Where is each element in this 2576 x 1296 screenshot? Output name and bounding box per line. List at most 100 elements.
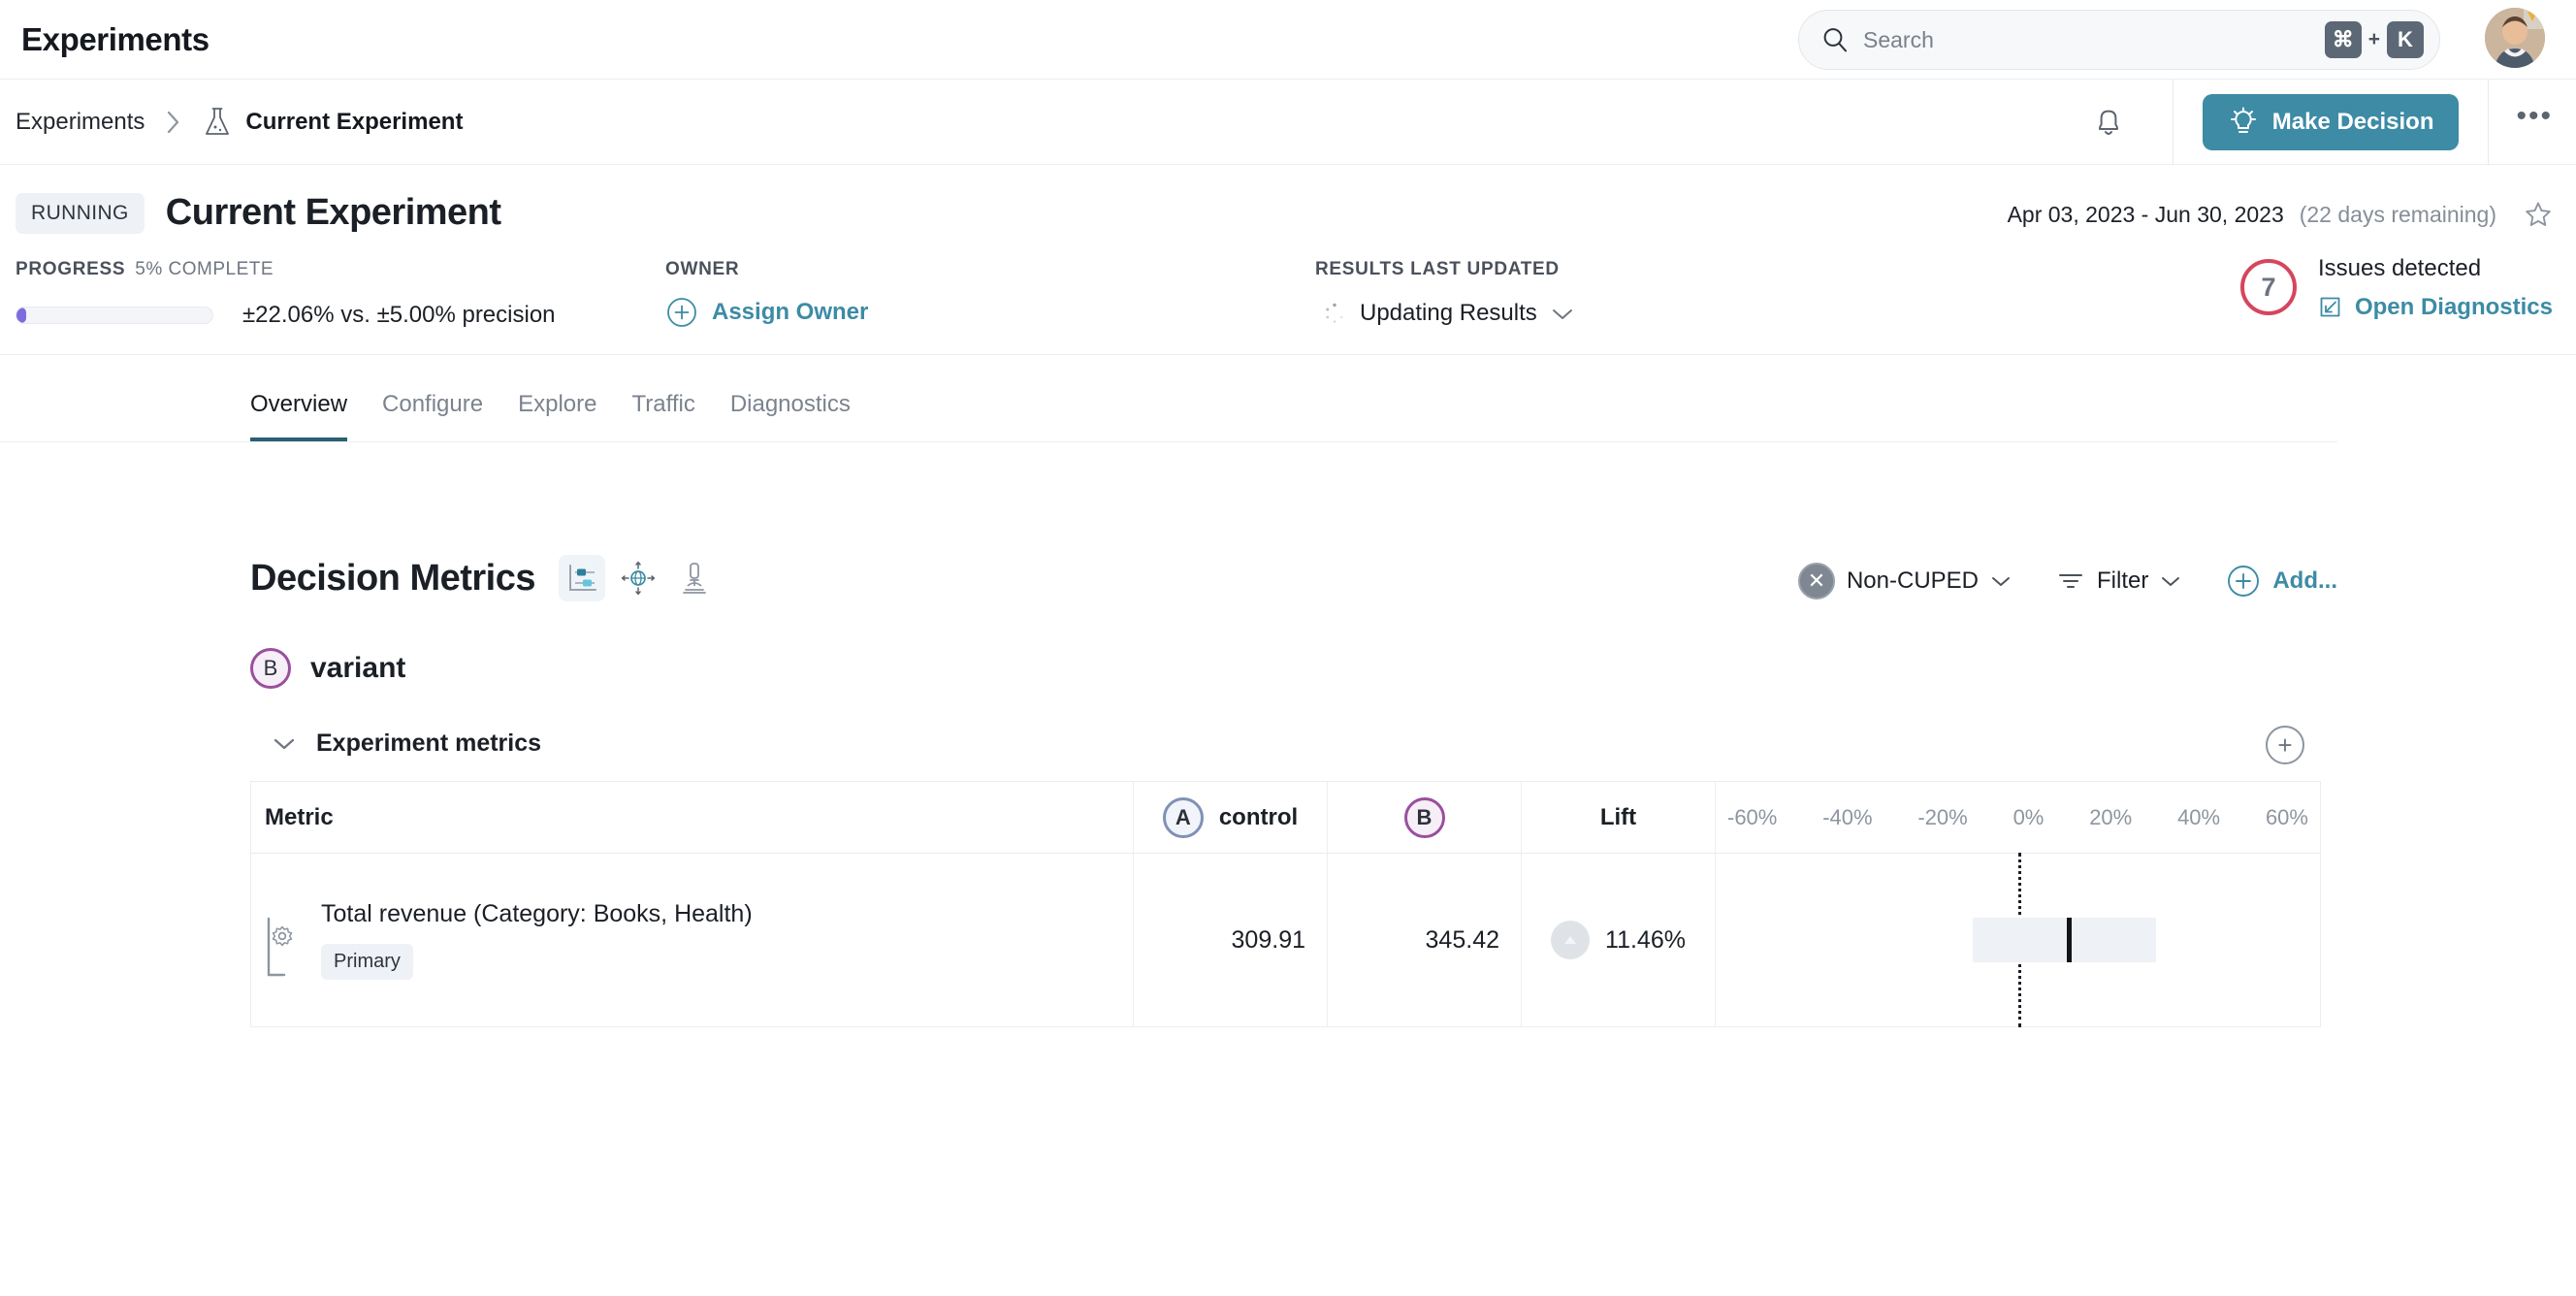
issues-count-badge: 7 <box>2240 259 2297 315</box>
collapse-chevron-icon[interactable] <box>272 736 297 752</box>
table-header-row: Metric A control B Lift -60% -40 <box>251 782 2321 854</box>
decision-metrics-panel: Decision Metrics <box>0 442 2576 1027</box>
owner-label: OWNER <box>665 259 1315 280</box>
issues-block: 7 Issues detected Open Diagnostics <box>2240 255 2553 321</box>
chevron-down-icon <box>1990 575 2010 587</box>
breadcrumb-bar: Experiments Current Experiment <box>0 80 2576 165</box>
view-mode-icons <box>559 555 718 601</box>
results-label: RESULTS LAST UPDATED <box>1315 259 1965 280</box>
add-section-metric-button[interactable]: + <box>2266 726 2304 764</box>
col-header-chart-axis: -60% -40% -20% 0% 20% 40% 60% <box>1716 782 2321 854</box>
control-label: control <box>1219 804 1298 831</box>
lift-value: 11.46% <box>1605 926 1686 955</box>
kbd-plus: + <box>2368 28 2380 51</box>
top-bar: Experiments ⌘ + K <box>0 0 2576 80</box>
ci-chart-cell <box>1716 854 2321 1027</box>
progress-bar <box>16 307 213 324</box>
chevron-down-icon <box>2160 575 2179 587</box>
experiment-hero: RUNNING Current Experiment Apr 03, 2023 … <box>0 165 2576 234</box>
variant-badge: B <box>250 648 291 689</box>
progress-bar-fill <box>16 308 26 323</box>
axis-tick: -20% <box>1917 805 1967 830</box>
assign-owner-button[interactable]: Assign Owner <box>665 296 1315 329</box>
axis-ticks: -60% -40% -20% 0% 20% 40% 60% <box>1716 805 2320 830</box>
experiment-metrics-section: Experiment metrics + <box>250 729 2322 758</box>
open-diagnostics-link[interactable]: Open Diagnostics <box>2318 294 2553 321</box>
kbd-k: K <box>2387 21 2424 58</box>
tab-configure[interactable]: Configure <box>382 391 483 441</box>
tab-traffic[interactable]: Traffic <box>631 391 694 441</box>
chevron-down-icon <box>1551 308 1570 319</box>
tab-overview[interactable]: Overview <box>250 391 347 441</box>
breadcrumb-current: Current Experiment <box>245 109 463 136</box>
open-external-icon <box>2318 295 2343 320</box>
days-remaining: (22 days remaining) <box>2300 202 2496 228</box>
precision-text: ±22.06% vs. ±5.00% precision <box>242 302 556 329</box>
box-plot-icon[interactable] <box>559 555 605 601</box>
app-title: Experiments <box>21 21 209 58</box>
metric-settings-icon[interactable] <box>265 901 307 979</box>
control-badge: A <box>1163 797 1204 838</box>
variant-header: B variant <box>250 648 2576 689</box>
chevron-right-icon <box>166 110 181 135</box>
metric-name: Total revenue (Category: Books, Health) <box>321 900 753 928</box>
divider <box>2173 80 2174 165</box>
axis-tick: 40% <box>2177 805 2220 830</box>
progress-label: PROGRESS 5% COMPLETE <box>16 259 665 280</box>
lift-up-arrow-icon <box>1551 921 1590 959</box>
cuped-off-icon: ✕ <box>1798 563 1835 599</box>
col-header-variant: B <box>1328 782 1522 854</box>
progress-label-text: PROGRESS <box>16 259 125 279</box>
search-input[interactable] <box>1863 27 2325 53</box>
assign-owner-label: Assign Owner <box>712 299 868 326</box>
tab-bar: Overview Configure Explore Traffic Diagn… <box>0 355 2337 442</box>
explore-globe-icon[interactable] <box>615 555 661 601</box>
col-header-metric: Metric <box>251 782 1134 854</box>
status-badge: RUNNING <box>16 193 145 234</box>
filter-dropdown[interactable]: Filter <box>2056 567 2179 595</box>
variant-badge: B <box>1404 797 1445 838</box>
axis-tick: 20% <box>2089 805 2132 830</box>
breadcrumb-root[interactable]: Experiments <box>16 109 145 136</box>
add-metric-button[interactable]: Add... <box>2226 564 2337 599</box>
ci-chart <box>1716 854 2320 1026</box>
variant-value: 345.42 <box>1328 854 1522 1027</box>
metric-cell: Total revenue (Category: Books, Health) … <box>251 854 1134 1027</box>
results-status-dropdown[interactable]: Updating Results <box>1315 300 1965 327</box>
confidence-interval-bar <box>1973 918 2156 962</box>
plus-circle-icon <box>665 296 698 329</box>
tab-diagnostics[interactable]: Diagnostics <box>730 391 851 441</box>
experiment-dates: Apr 03, 2023 - Jun 30, 2023 (22 days rem… <box>2008 200 2553 229</box>
axis-tick: -40% <box>1822 805 1872 830</box>
search-icon <box>1820 25 1850 54</box>
more-options-icon[interactable]: ••• <box>2516 100 2553 145</box>
tab-explore[interactable]: Explore <box>518 391 596 441</box>
microscope-icon[interactable] <box>671 555 718 601</box>
axis-tick: 60% <box>2266 805 2308 830</box>
progress-block: PROGRESS 5% COMPLETE ±22.06% vs. ±5.00% p… <box>16 259 665 329</box>
date-range: Apr 03, 2023 - Jun 30, 2023 <box>2008 202 2284 228</box>
make-decision-button[interactable]: Make Decision <box>2203 94 2460 150</box>
filter-label: Filter <box>2097 567 2148 595</box>
divider-2 <box>2488 80 2489 165</box>
table-row[interactable]: Total revenue (Category: Books, Health) … <box>251 854 2321 1027</box>
loading-spinner-icon <box>1323 302 1346 325</box>
notifications-bell-icon[interactable] <box>2081 95 2136 149</box>
col-header-control: A control <box>1134 782 1328 854</box>
decision-metrics-toolbar: ✕ Non-CUPED Filter <box>1798 563 2337 599</box>
control-value: 309.91 <box>1134 854 1328 1027</box>
variant-name: variant <box>310 652 405 685</box>
breadcrumb-actions: Make Decision ••• <box>2081 80 2553 164</box>
flask-icon <box>203 106 232 139</box>
section-title: Experiment metrics <box>316 729 541 758</box>
decision-metrics-title: Decision Metrics <box>250 558 535 599</box>
metrics-table: Metric A control B Lift -60% -40 <box>250 781 2321 1027</box>
open-diagnostics-label: Open Diagnostics <box>2355 294 2553 321</box>
avatar[interactable] <box>2485 8 2545 68</box>
cuped-dropdown[interactable]: ✕ Non-CUPED <box>1798 563 2010 599</box>
favorite-star-icon[interactable] <box>2524 200 2553 229</box>
results-status: Updating Results <box>1360 300 1537 327</box>
plus-circle-icon <box>2226 564 2261 599</box>
progress-percent-text: 5% COMPLETE <box>135 259 274 279</box>
global-search[interactable]: ⌘ + K <box>1798 10 2440 70</box>
